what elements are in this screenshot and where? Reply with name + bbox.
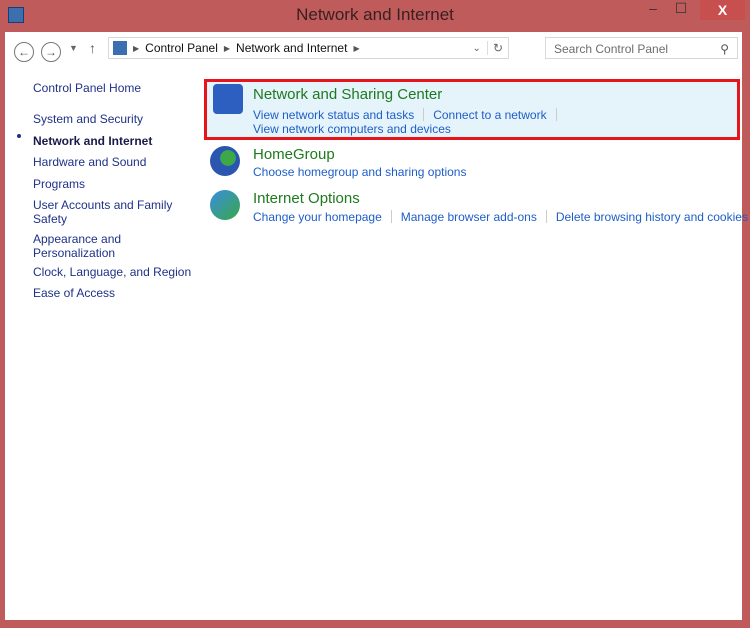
network-sharing-icon <box>213 84 243 114</box>
back-button[interactable]: ← <box>14 42 34 62</box>
maximize-button[interactable]: ☐ <box>668 0 694 20</box>
search-input[interactable]: Search Control Panel ⚲ <box>545 37 738 59</box>
category-title[interactable]: Internet Options <box>253 190 360 207</box>
link-view-network-computers[interactable]: View network computers and devices <box>253 122 451 136</box>
sidebar-item-user-accounts[interactable]: User Accounts and Family Safety <box>33 198 173 226</box>
close-button[interactable]: X <box>700 0 745 20</box>
internet-options-icon <box>210 190 240 220</box>
chevron-right-icon: ▶ <box>133 43 140 53</box>
recent-locations-dropdown[interactable]: ▼ <box>69 43 78 53</box>
link-delete-browsing-history[interactable]: Delete browsing history and cookies <box>556 210 748 224</box>
active-bullet-icon <box>17 134 21 138</box>
homegroup-icon <box>210 146 240 176</box>
minimize-button[interactable]: – <box>640 0 666 20</box>
link-view-network-status[interactable]: View network status and tasks <box>253 108 414 122</box>
address-bar[interactable]: ▶ Control Panel ▶ Network and Internet ▶… <box>108 37 509 59</box>
divider <box>390 210 392 224</box>
category-network-and-sharing-center[interactable]: Network and Sharing Center View network … <box>204 79 740 140</box>
divider <box>423 108 425 122</box>
control-panel-icon <box>113 41 127 55</box>
up-button[interactable]: ↑ <box>89 40 96 56</box>
window-title: Network and Internet <box>296 5 454 24</box>
sidebar-item-system-and-security[interactable]: System and Security <box>33 112 193 126</box>
breadcrumb-network-and-internet[interactable]: Network and Internet <box>236 41 347 55</box>
divider <box>545 210 547 224</box>
link-connect-to-network[interactable]: Connect to a network <box>433 108 546 122</box>
link-change-homepage[interactable]: Change your homepage <box>253 210 382 224</box>
sidebar-item-appearance[interactable]: Appearance and Personalization <box>33 232 133 260</box>
window-client: ← → ▼ ↑ ▶ Control Panel ▶ Network and In… <box>5 32 748 620</box>
sidebar-item-network-and-internet[interactable]: Network and Internet <box>33 134 193 148</box>
category-title[interactable]: HomeGroup <box>253 146 335 163</box>
divider <box>555 108 557 122</box>
address-dropdown-icon[interactable]: ⌄ <box>473 43 481 54</box>
sidebar-item-hardware-and-sound[interactable]: Hardware and Sound <box>33 155 193 169</box>
chevron-right-icon: ▶ <box>223 43 231 53</box>
search-icon: ⚲ <box>720 42 729 56</box>
sidebar-item-control-panel-home[interactable]: Control Panel Home <box>33 81 193 95</box>
sidebar-item-clock-language-region[interactable]: Clock, Language, and Region <box>33 265 193 279</box>
link-homegroup-sharing-options[interactable]: Choose homegroup and sharing options <box>253 165 466 179</box>
refresh-icon[interactable]: ↻ <box>486 41 508 55</box>
category-internet-options[interactable]: Internet Options Change your homepage Man… <box>204 188 748 228</box>
forward-button[interactable]: → <box>41 42 61 62</box>
search-placeholder: Search Control Panel <box>554 42 669 56</box>
sidebar-item-ease-of-access[interactable]: Ease of Access <box>33 286 193 300</box>
category-homegroup[interactable]: HomeGroup Choose homegroup and sharing o… <box>204 144 740 184</box>
link-manage-addons[interactable]: Manage browser add-ons <box>401 210 537 224</box>
chevron-right-icon: ▶ <box>353 43 360 53</box>
sidebar-item-programs[interactable]: Programs <box>33 177 193 191</box>
category-title[interactable]: Network and Sharing Center <box>253 86 442 103</box>
breadcrumb-control-panel[interactable]: Control Panel <box>145 41 218 55</box>
